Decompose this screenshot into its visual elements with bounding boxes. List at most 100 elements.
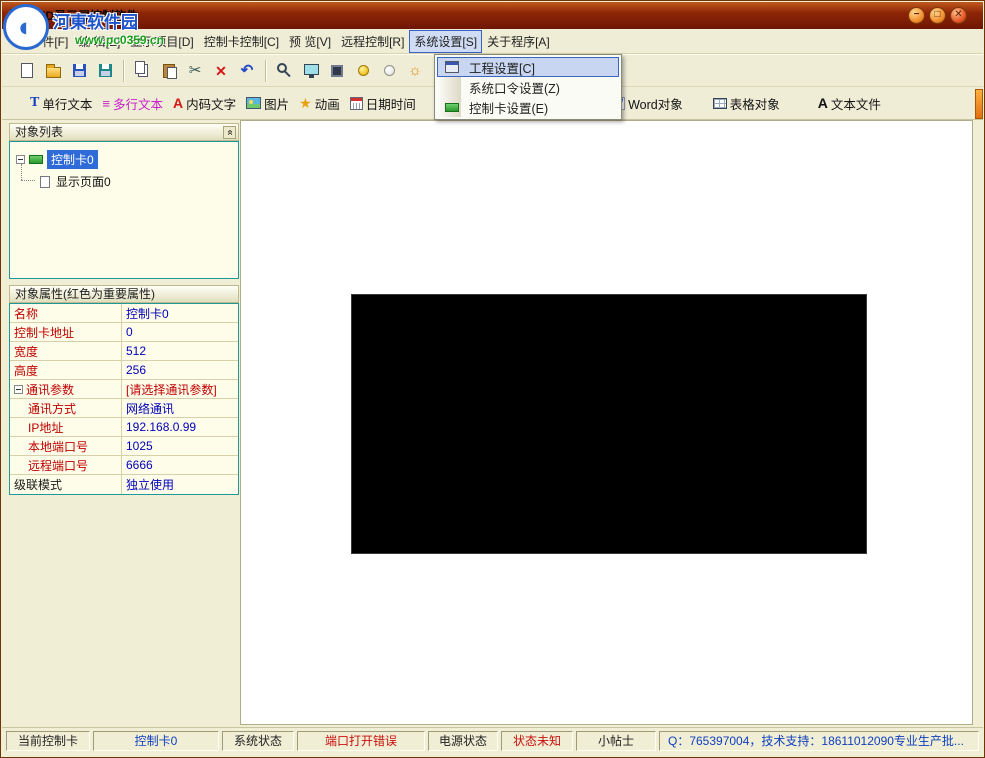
property-row[interactable]: 级联模式 独立使用 (10, 475, 238, 494)
power-off-icon (384, 65, 395, 76)
property-row[interactable]: 宽度 512 (10, 342, 238, 361)
add-text-file[interactable]: A 文本文件 (818, 94, 881, 113)
cut-icon: ✂ (189, 63, 202, 78)
property-value[interactable]: 0 (122, 325, 238, 339)
property-value[interactable]: 512 (122, 344, 238, 358)
property-label: 本地端口号 (10, 437, 122, 455)
close-button[interactable]: ✕ (950, 7, 967, 24)
watermark-logo-icon: ◐ (3, 4, 49, 50)
item-label: 图片 (264, 94, 289, 113)
collapse-panel-button[interactable]: « (223, 126, 236, 139)
controller-chip-button[interactable] (324, 58, 350, 84)
preview-button[interactable] (272, 58, 298, 84)
date-time-icon (350, 97, 363, 110)
property-row[interactable]: 远程端口号 6666 (10, 456, 238, 475)
property-row[interactable]: 本地端口号 1025 (10, 437, 238, 456)
property-row[interactable]: 通讯方式 网络通讯 (10, 399, 238, 418)
power-on-icon (358, 65, 369, 76)
property-value[interactable]: 网络通讯 (122, 400, 238, 417)
property-row[interactable]: 名称 控制卡0 (10, 304, 238, 323)
brightness-button[interactable]: ☼ (402, 58, 428, 84)
property-row[interactable]: IP地址 192.168.0.99 (10, 418, 238, 437)
delete-button[interactable]: ✕ (208, 58, 234, 84)
tree-node-label: 控制卡0 (47, 150, 98, 169)
menu-about[interactable]: 关于程序[A] (482, 30, 555, 53)
item-label: 日期时间 (366, 94, 416, 113)
property-row[interactable]: 高度 256 (10, 361, 238, 380)
property-value[interactable]: 6666 (122, 458, 238, 472)
brightness-icon: ☼ (408, 63, 422, 78)
property-value[interactable]: 独立使用 (122, 476, 238, 493)
property-value[interactable]: 1025 (122, 439, 238, 453)
open-file-button[interactable] (40, 58, 66, 84)
object-properties-title: 对象属性(红色为重要属性) (15, 286, 155, 302)
menu-item-system-password[interactable]: 系统口令设置(Z) (437, 77, 619, 97)
save-all-button[interactable] (92, 58, 118, 84)
property-label: 通讯方式 (10, 399, 122, 417)
watermark: ◐ 河東软件园 www.pc0359.cn (3, 4, 164, 50)
status-system-value: 端口打开错误 (297, 731, 425, 751)
cut-button[interactable]: ✂ (182, 58, 208, 84)
group-collapse-icon[interactable] (14, 385, 23, 394)
power-off-button[interactable] (376, 58, 402, 84)
menu-remote-control[interactable]: 远程控制[R] (336, 30, 409, 53)
tree-expand-icon[interactable] (16, 155, 25, 164)
add-animation[interactable]: ★ 动画 (299, 94, 340, 113)
power-on-button[interactable] (350, 58, 376, 84)
property-group-row[interactable]: 通讯参数 [请选择通讯参数] (10, 380, 238, 399)
led-display-preview[interactable] (351, 294, 867, 554)
property-label: 宽度 (10, 342, 122, 360)
property-label: 高度 (10, 361, 122, 379)
new-document-button[interactable] (14, 58, 40, 84)
maximize-button[interactable]: □ (929, 7, 946, 24)
menu-preview[interactable]: 预 览[V] (284, 30, 336, 53)
menu-item-project-settings[interactable]: 工程设置[C] (437, 57, 619, 77)
property-value[interactable]: [请选择通讯参数] (122, 381, 238, 398)
paste-icon (163, 64, 175, 78)
menu-card-control[interactable]: 控制卡控制[C] (199, 30, 284, 53)
status-power-label: 电源状态 (428, 731, 498, 751)
status-bar: 当前控制卡 控制卡0 系统状态 端口打开错误 电源状态 状态未知 小帖士 Q：7… (2, 727, 983, 753)
controller-chip-icon (331, 65, 343, 77)
screen-icon (304, 64, 319, 75)
add-table-object[interactable]: 表格对象 (713, 94, 780, 113)
status-support-info: Q：765397004，技术支持：18611012090专业生产批... (659, 731, 979, 751)
animation-icon: ★ (299, 96, 312, 110)
object-tree: 控制卡0 显示页面0 (9, 141, 239, 279)
add-single-line-text[interactable]: T 单行文本 (30, 94, 92, 113)
tree-node-page[interactable]: 显示页面0 (40, 172, 238, 191)
status-power-value: 状态未知 (501, 731, 573, 751)
status-current-card-label: 当前控制卡 (6, 731, 90, 751)
screen-button[interactable] (298, 58, 324, 84)
property-value[interactable]: 256 (122, 363, 238, 377)
copy-button[interactable] (130, 58, 156, 84)
save-all-icon (99, 64, 112, 77)
property-value[interactable]: 192.168.0.99 (122, 420, 238, 434)
item-label: 文本文件 (831, 94, 881, 113)
status-tips-label: 小帖士 (576, 731, 656, 751)
minimize-button[interactable]: − (908, 7, 925, 24)
table-object-icon (713, 98, 727, 109)
watermark-site-name: 河東软件园 (53, 8, 164, 33)
toolbar-separator (265, 60, 267, 82)
tree-node-controller[interactable]: 控制卡0 (16, 150, 238, 169)
add-internal-code-text[interactable]: A 内码文字 (173, 94, 236, 113)
window-controls: − □ ✕ (908, 7, 975, 24)
controller-card-icon (29, 155, 43, 164)
menu-item-controller-settings[interactable]: 控制卡设置(E) (437, 97, 619, 117)
item-label: 多行文本 (113, 94, 163, 113)
add-date-time[interactable]: 日期时间 (350, 94, 416, 113)
save-button[interactable] (66, 58, 92, 84)
system-settings-menu: 工程设置[C] 系统口令设置(Z) 控制卡设置(E) (434, 54, 622, 120)
page-icon (40, 176, 50, 188)
property-value[interactable]: 控制卡0 (122, 305, 238, 322)
menu-system-settings[interactable]: 系统设置[S] (409, 30, 482, 53)
property-row[interactable]: 控制卡地址 0 (10, 323, 238, 342)
menu-item-label: 控制卡设置(E) (469, 98, 548, 117)
add-multi-line-text[interactable]: ≡ 多行文本 (102, 94, 163, 113)
add-image[interactable]: 图片 (246, 94, 289, 113)
open-file-icon (46, 67, 61, 78)
menu-item-label: 系统口令设置(Z) (469, 78, 560, 97)
paste-button[interactable] (156, 58, 182, 84)
undo-button[interactable]: ↶ (234, 58, 260, 84)
